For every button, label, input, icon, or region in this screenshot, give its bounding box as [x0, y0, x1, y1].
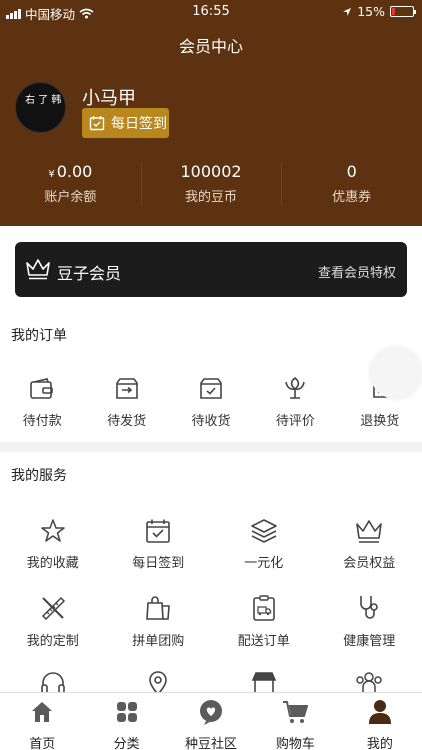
service-label: 拼单团购 [132, 634, 185, 649]
stat-label: 账户余额 [44, 190, 97, 205]
battery-icon [390, 6, 416, 17]
service-customization[interactable]: 我的定制 [0, 592, 106, 649]
star-icon [41, 519, 65, 542]
daily-checkin-label: 每日签到 [111, 116, 167, 132]
wallet-icon [30, 378, 53, 399]
vip-section: 豆子会员 查看会员特权 [0, 226, 422, 312]
order-item-label: 待收货 [191, 414, 231, 429]
vip-name: 豆子会员 [57, 264, 122, 283]
service-daily-checkin[interactable]: 每日签到 [106, 514, 212, 571]
stat-balance[interactable]: ¥0.00 账户余额 [0, 160, 141, 208]
tab-cart[interactable]: 购物车 [253, 693, 337, 750]
stat-value: 0 [346, 162, 357, 181]
calendar-check-icon [89, 116, 105, 131]
category-icon [116, 702, 137, 722]
service-one-yuan[interactable]: 一元化 [211, 514, 317, 571]
delivery-doc-icon [252, 595, 275, 621]
tab-label: 首页 [29, 737, 56, 750]
stat-label: 优惠券 [332, 190, 372, 205]
layers-icon [250, 519, 277, 543]
stat-label: 我的豆币 [185, 190, 238, 205]
service-label: 一元化 [244, 556, 284, 571]
service-customer-support[interactable] [0, 668, 106, 692]
orders-section: 我的订单 待付款 待发货 待收货 待评价 退换货 [0, 312, 422, 442]
headset-icon [40, 672, 65, 692]
daily-checkin-button[interactable]: 每日签到 [82, 108, 169, 138]
battery-percent: 15% [357, 4, 385, 19]
location-arrow-icon [343, 7, 352, 16]
tab-community[interactable]: 种豆社区 [169, 693, 253, 750]
flower-icon [285, 376, 306, 399]
avatar[interactable]: 右 了 韩 [15, 82, 66, 133]
group-icon [356, 672, 382, 692]
orders-title: 我的订单 [11, 328, 67, 344]
tab-home[interactable]: 首页 [0, 693, 84, 750]
ruler-pencil-icon [41, 596, 65, 621]
tab-label: 种豆社区 [185, 737, 238, 750]
stat-value: 0.00 [56, 162, 93, 181]
service-member-benefits[interactable]: 会员权益 [317, 514, 422, 571]
account-stats: ¥0.00 账户余额 100002 我的豆币 0 优惠券 [0, 160, 422, 208]
service-delivery-orders[interactable]: 配送订单 [211, 592, 317, 649]
vip-card[interactable]: 豆子会员 查看会员特权 [15, 242, 407, 297]
services-section: 我的服务 我的收藏 每日签到 一元化 会员权益 我的定制 拼单团购 配送订单 健… [0, 452, 422, 692]
service-label: 每日签到 [132, 556, 185, 571]
avatar-text: 右 了 韩 [25, 95, 62, 106]
cart-icon [283, 701, 309, 723]
calendar-check-icon [146, 519, 171, 543]
tab-profile[interactable]: 我的 [338, 693, 422, 750]
order-item-label: 退换货 [360, 414, 400, 429]
stat-coins[interactable]: 100002 我的豆币 [140, 160, 282, 208]
service-group-buy[interactable]: 拼单团购 [106, 592, 212, 649]
box-ship-icon [115, 378, 138, 399]
page-title: 会员中心 [178, 37, 243, 56]
home-icon [32, 702, 53, 722]
member-header: 中国移动 16:55 15% 会员中心 右 了 韩 小马甲 每日签到 ¥0.00… [0, 0, 422, 226]
service-stores[interactable] [211, 668, 317, 692]
services-title: 我的服务 [11, 468, 67, 484]
service-health[interactable]: 健康管理 [317, 592, 422, 649]
shopping-bags-icon [146, 596, 171, 620]
order-item-label: 待评价 [275, 414, 315, 429]
username: 小马甲 [82, 88, 136, 109]
order-pending-receipt[interactable]: 待收货 [169, 372, 253, 429]
tab-label: 购物车 [275, 737, 315, 750]
service-label: 我的定制 [26, 634, 79, 649]
tab-category[interactable]: 分类 [84, 693, 168, 750]
service-label: 健康管理 [343, 634, 396, 649]
service-address[interactable] [106, 668, 212, 692]
tab-label: 我的 [366, 737, 393, 750]
currency-symbol: ¥ [48, 169, 55, 180]
order-pending-payment[interactable]: 待付款 [0, 372, 84, 429]
order-item-label: 待付款 [22, 414, 62, 429]
stat-coupons[interactable]: 0 优惠券 [281, 160, 422, 208]
community-icon [200, 700, 223, 725]
box-check-icon [200, 378, 222, 399]
tab-label: 分类 [113, 737, 140, 750]
stat-value: 100002 [180, 162, 242, 181]
stethoscope-icon [360, 596, 379, 619]
order-pending-review[interactable]: 待评价 [253, 372, 337, 429]
tab-bar: 首页 分类 种豆社区 购物车 我的 [0, 692, 422, 750]
profile-icon [368, 700, 391, 724]
service-label: 配送订单 [237, 634, 290, 649]
order-pending-shipment[interactable]: 待发货 [84, 372, 168, 429]
store-icon [251, 672, 276, 692]
floating-assist-button[interactable] [370, 347, 422, 399]
service-favorites[interactable]: 我的收藏 [0, 514, 106, 571]
order-item-label: 待发货 [107, 414, 147, 429]
service-label: 我的收藏 [26, 556, 79, 571]
crown-icon [356, 520, 383, 543]
vip-privileges-link[interactable]: 查看会员特权 [318, 262, 396, 281]
service-community-group[interactable] [317, 668, 422, 692]
location-pin-icon [149, 671, 168, 692]
status-bar: 中国移动 16:55 15% [0, 0, 422, 22]
crown-icon [26, 259, 50, 280]
service-label: 会员权益 [343, 556, 396, 571]
